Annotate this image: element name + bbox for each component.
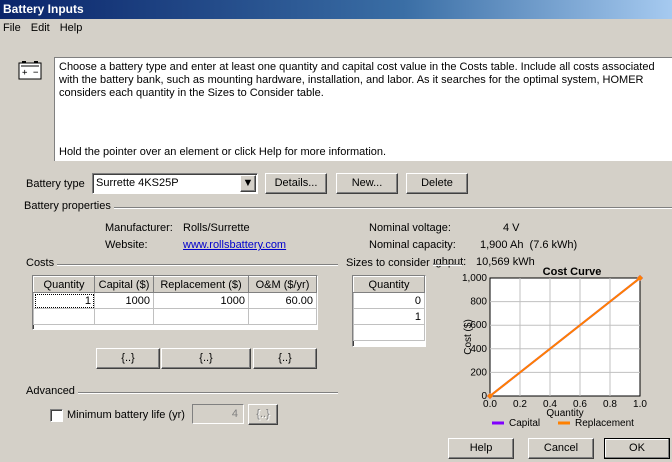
sizes-table: Quantity 0 1 [352,275,426,347]
chart-title: Cost Curve [543,266,602,278]
voltage-value: 4 V [503,222,520,234]
battery-icon: + − [18,60,42,83]
replacement-multiplier-button[interactable]: {..} [161,348,251,369]
manufacturer-value: Rolls/Surrette [183,222,250,234]
battery-type-value: Surrette 4KS25P [96,177,179,189]
info-hint: Hold the pointer over an element or clic… [59,146,387,158]
chart-legend: Capital Replacement [492,418,634,428]
info-text: Choose a battery type and enter at least… [59,61,655,99]
help-button[interactable]: Help [448,438,514,459]
list-item [353,324,425,341]
col-replacement[interactable]: Replacement ($) [153,276,249,293]
menu-bar: File Edit Help [0,19,672,37]
costs-divider [26,264,338,266]
info-panel: Choose a battery type and enter at least… [54,57,672,161]
details-button[interactable]: Details... [265,173,327,194]
min-life-input[interactable]: 4 [192,404,244,424]
x-tick-label: 0.8 [603,399,617,410]
col-capital[interactable]: Capital ($) [94,276,154,293]
size-cell-empty[interactable] [353,324,425,341]
manufacturer-label: Manufacturer: [105,222,173,234]
x-tick-label: 1.0 [633,399,647,410]
cancel-button[interactable]: Cancel [528,438,594,459]
svg-text:+: + [22,68,28,78]
capital-multiplier-button[interactable]: {..} [96,348,160,369]
empty-cell[interactable] [248,308,317,325]
y-tick-label: 800 [470,297,487,308]
list-item: 0 [353,292,425,309]
min-life-multiplier-button[interactable]: {..} [248,404,278,425]
min-life-checkbox[interactable] [50,409,63,422]
costs-title: Costs [26,257,58,269]
ok-button[interactable]: OK [604,438,670,459]
svg-text:−: − [33,68,39,78]
properties-title: Battery properties [24,200,114,212]
capacity-label: Nominal capacity: [369,239,456,251]
menu-file[interactable]: File [0,19,26,37]
cost-replacement-cell[interactable]: 1000 [153,292,249,309]
legend-label-capital: Capital [509,418,540,428]
cost-capital-cell[interactable]: 1000 [94,292,154,309]
chevron-down-icon: ▼ [242,177,254,189]
list-item: 1 [353,308,425,325]
costs-table: Quantity Capital ($) Replacement ($) O&M… [32,275,318,330]
properties-divider [24,207,672,209]
sizes-title: Sizes to consider [346,257,433,269]
battery-type-label: Battery type [26,178,85,190]
y-axis-label: Cost ($) [463,319,474,355]
legend-label-replacement: Replacement [575,418,634,428]
col-size-quantity[interactable]: Quantity [353,276,425,293]
empty-cell[interactable] [94,308,154,325]
battery-type-select[interactable]: Surrette 4KS25P ▼ [92,173,258,194]
delete-button[interactable]: Delete [406,173,468,194]
website-link[interactable]: www.rollsbattery.com [183,239,286,251]
y-tick-label: 1,000 [462,273,487,284]
y-tick-label: 0 [481,391,487,402]
empty-cell[interactable] [153,308,249,325]
menu-help[interactable]: Help [55,19,88,37]
new-button[interactable]: New... [336,173,398,194]
col-om[interactable]: O&M ($/yr) [248,276,317,293]
om-multiplier-button[interactable]: {..} [253,348,317,369]
table-row: 1 1000 1000 60.00 [33,292,317,309]
table-row-empty [33,308,317,325]
empty-cell[interactable] [33,308,95,325]
size-cell[interactable]: 1 [353,308,425,325]
capacity-value: 1,900 Ah (7.6 kWh) [480,239,578,251]
advanced-title: Advanced [26,385,78,397]
col-quantity[interactable]: Quantity [33,276,95,293]
cost-curve-chart: Cost Curve 0.0 0.2 0.4 0.6 0.8 1.002004006008… [462,266,647,428]
voltage-label: Nominal voltage: [369,222,451,234]
window-title: Battery Inputs [0,0,672,19]
cost-quantity-cell[interactable]: 1 [33,292,95,309]
size-cell[interactable]: 0 [353,292,425,309]
y-tick-label: 200 [470,367,487,378]
website-label: Website: [105,239,148,251]
menu-edit[interactable]: Edit [26,19,55,37]
costs-grid: Quantity Capital ($) Replacement ($) O&M… [33,276,317,325]
sizes-header-row: Quantity [353,276,425,293]
costs-header-row: Quantity Capital ($) Replacement ($) O&M… [33,276,317,293]
sizes-grid: Quantity 0 1 [353,276,425,341]
x-tick-label: 0.2 [513,399,527,410]
dropdown-button[interactable]: ▼ [240,175,256,192]
min-life-label: Minimum battery life (yr) [67,409,185,421]
cost-om-cell[interactable]: 60.00 [248,292,317,309]
